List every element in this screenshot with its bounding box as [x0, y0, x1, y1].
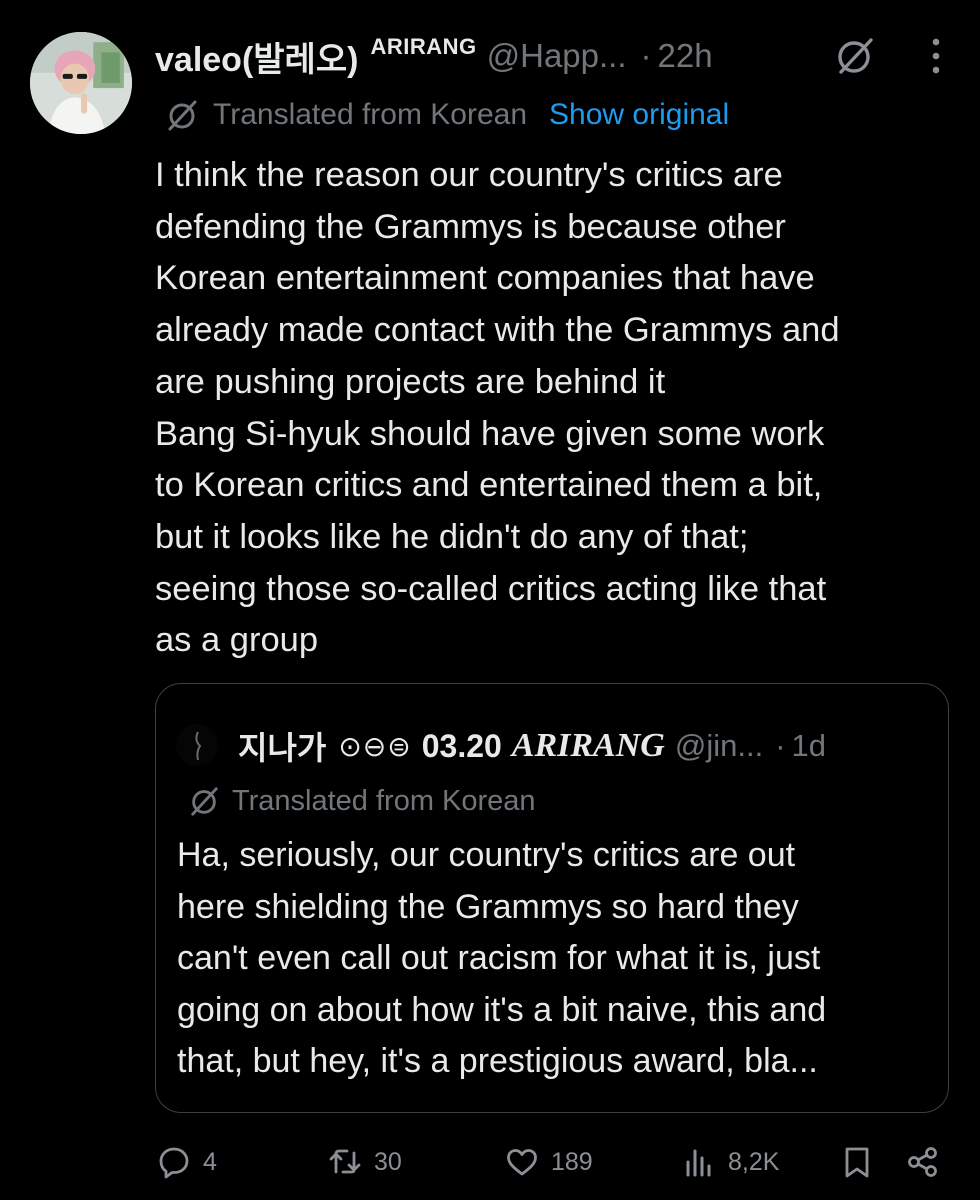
repost-icon	[329, 1149, 361, 1174]
views-count: 8,2K	[728, 1147, 780, 1176]
translated-label: Translated from Korean	[213, 98, 528, 131]
tweet-text-line: seeing those so-called critics acting li…	[155, 569, 827, 608]
repost-button[interactable]: 30	[328, 1138, 402, 1186]
quote-display-name[interactable]: 지나가	[238, 723, 326, 769]
quote-translation-row: Translated from Korean	[188, 781, 536, 821]
timestamp[interactable]: 22h	[658, 37, 713, 75]
views-icon	[686, 1149, 711, 1177]
quoted-tweet[interactable]: 지나가 ⊙⊖⊜ 03.20 ARIRANG @jin... · 1d Trans…	[155, 683, 949, 1113]
more-icon[interactable]	[921, 34, 951, 78]
quote-text-line: going on about how it's a bit naive, thi…	[177, 990, 827, 1029]
like-button[interactable]: 189	[505, 1138, 593, 1186]
quote-name-badge: ARIRANG	[511, 727, 665, 764]
display-name[interactable]: valeo(발레오)	[155, 32, 358, 81]
tweet[interactable]: valeo(발레오) ARIRANG @Happ... · 22h Transl…	[0, 0, 980, 1200]
tweet-header: valeo(발레오) ARIRANG @Happ... · 22h	[155, 30, 965, 82]
tweet-text-line: Bang Si-hyuk should have given some work	[155, 414, 825, 453]
handle[interactable]: @Happ...	[487, 37, 627, 75]
quote-header: 지나가 ⊙⊖⊜ 03.20 ARIRANG @jin... · 1d	[238, 722, 938, 770]
quote-handle[interactable]: @jin...	[675, 728, 763, 764]
tweet-text-line: but it looks like he didn't do any of th…	[155, 517, 749, 556]
quote-name-date: 03.20	[421, 727, 502, 764]
translate-icon	[191, 787, 218, 816]
tweet-text-line: Korean entertainment companies that have	[155, 259, 815, 298]
share-button[interactable]	[906, 1138, 940, 1186]
separator-dot: ·	[640, 37, 652, 74]
bookmark-icon	[845, 1147, 869, 1178]
quote-text-line: that, but hey, it's a prestigious award,…	[177, 1042, 818, 1080]
reply-count: 4	[203, 1147, 217, 1176]
reply-button[interactable]: 4	[157, 1138, 217, 1186]
action-bar: 4 30 189 8,2K	[0, 1138, 980, 1186]
separator-dot: ·	[775, 728, 786, 763]
tweet-text-line: are pushing projects are behind it	[155, 362, 666, 401]
name-badge: ARIRANG	[370, 34, 477, 59]
bookmark-button[interactable]	[840, 1138, 874, 1186]
translate-icon	[168, 100, 197, 131]
quote-name-symbols: ⊙⊖⊜	[338, 730, 412, 762]
tweet-text-line: to Korean critics and entertained them a…	[155, 466, 823, 505]
like-count: 189	[551, 1147, 593, 1176]
quote-avatar-image	[176, 724, 218, 766]
quote-text-line: Ha, seriously, our country's critics are…	[177, 836, 796, 874]
reply-icon	[159, 1147, 189, 1179]
tweet-text-line: I think the reason our country's critics…	[155, 156, 783, 194]
quote-text-line: here shielding the Grammys so hard they	[177, 887, 799, 926]
repost-count: 30	[374, 1147, 402, 1176]
heart-icon	[507, 1149, 537, 1176]
avatar[interactable]	[30, 32, 132, 134]
avatar-image	[30, 32, 132, 134]
grok-icon[interactable]	[835, 36, 875, 76]
share-icon	[908, 1147, 937, 1177]
quote-avatar[interactable]	[176, 724, 218, 766]
translation-row: Translated from Korean Show original	[165, 94, 729, 136]
tweet-text-line: defending the Grammys is because other	[155, 207, 786, 246]
tweet-text-line: as a group	[155, 621, 319, 660]
quote-text-line: can't even call out racism for what it i…	[177, 939, 821, 977]
quote-text: Ha, seriously, our country's critics are…	[177, 830, 937, 1088]
quote-translated-label: Translated from Korean	[232, 784, 536, 817]
quote-timestamp[interactable]: 1d	[792, 728, 826, 764]
tweet-text: I think the reason our country's critics…	[155, 150, 955, 667]
show-original-link[interactable]: Show original	[549, 98, 729, 132]
tweet-text-line: already made contact with the Grammys an…	[155, 311, 840, 350]
views-button[interactable]: 8,2K	[682, 1138, 779, 1186]
